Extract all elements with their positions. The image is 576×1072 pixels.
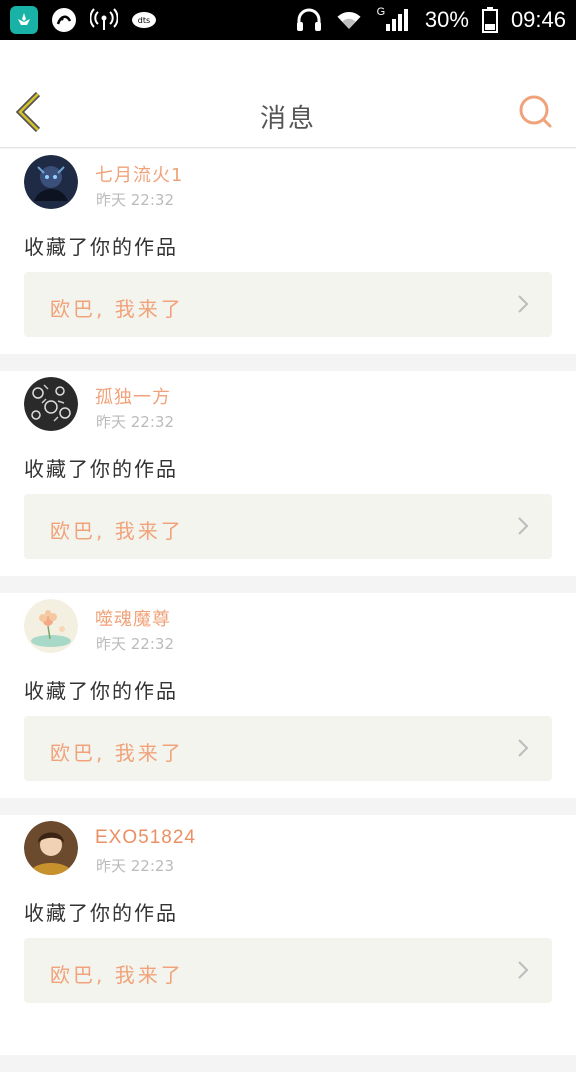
page-title: 消息 xyxy=(259,104,316,134)
username[interactable]: 七月流火1 xyxy=(95,161,183,187)
hotspot-icon xyxy=(90,6,118,34)
message-card[interactable]: 孤独一方 昨天 22:32 收藏了你的作品 欧巴, 我来了 xyxy=(0,371,576,576)
username[interactable]: 噬魂魔尊 xyxy=(95,605,171,631)
work-link[interactable]: 欧巴, 我来了 xyxy=(24,938,552,1003)
chevron-right-icon xyxy=(518,517,529,535)
chevron-right-icon xyxy=(518,739,529,757)
network-type-label: G xyxy=(376,6,386,18)
work-link[interactable]: 欧巴, 我来了 xyxy=(24,494,552,559)
wifi-icon xyxy=(335,6,363,34)
chevron-right-icon xyxy=(518,961,529,979)
username[interactable]: EXO51824 xyxy=(95,827,196,849)
avatar[interactable] xyxy=(24,155,78,209)
huawei-app-icon xyxy=(10,6,38,34)
pattern-avatar-icon xyxy=(24,377,78,431)
flower-avatar-icon xyxy=(24,599,78,653)
avatar[interactable] xyxy=(24,821,78,875)
squid-app-icon xyxy=(50,6,78,34)
search-button[interactable] xyxy=(518,94,554,130)
signal-icon: G xyxy=(375,6,413,34)
message-card[interactable]: EXO51824 昨天 22:23 收藏了你的作品 欧巴, 我来了 xyxy=(0,815,576,1055)
action-text: 收藏了你的作品 xyxy=(24,457,178,481)
clock-time: 09:46 xyxy=(510,7,566,32)
dts-icon: dts xyxy=(130,6,158,34)
work-title: 欧巴, 我来了 xyxy=(50,519,184,543)
action-text: 收藏了你的作品 xyxy=(24,235,178,259)
message-card[interactable]: 噬魂魔尊 昨天 22:32 收藏了你的作品 欧巴, 我来了 xyxy=(0,593,576,798)
timestamp: 昨天 22:32 xyxy=(96,635,174,653)
work-title: 欧巴, 我来了 xyxy=(50,741,184,765)
search-icon xyxy=(519,95,552,128)
work-title: 欧巴, 我来了 xyxy=(50,297,184,321)
status-bar: dts G 30% 09:46 xyxy=(0,0,576,40)
work-link[interactable]: 欧巴, 我来了 xyxy=(24,716,552,781)
message-list: 七月流火1 昨天 22:32 收藏了你的作品 欧巴, 我来了 孤独一方 昨天 2… xyxy=(0,149,576,1072)
timestamp: 昨天 22:32 xyxy=(96,413,174,431)
timestamp: 昨天 22:32 xyxy=(96,191,174,209)
battery-icon xyxy=(481,6,499,34)
status-bar-right: G 30% 09:46 xyxy=(295,6,566,34)
avatar[interactable] xyxy=(24,377,78,431)
timestamp: 昨天 22:23 xyxy=(96,857,174,875)
avatar[interactable] xyxy=(24,599,78,653)
headphones-icon xyxy=(295,6,323,34)
action-text: 收藏了你的作品 xyxy=(24,901,178,925)
header-bar: 消息 xyxy=(0,40,576,148)
chevron-right-icon xyxy=(518,295,529,313)
battery-percent: 30% xyxy=(424,7,469,32)
work-link[interactable]: 欧巴, 我来了 xyxy=(24,272,552,337)
svg-text:dts: dts xyxy=(138,16,150,25)
dark-anime-avatar-icon xyxy=(24,155,78,209)
person-avatar-icon xyxy=(24,821,78,875)
action-text: 收藏了你的作品 xyxy=(24,679,178,703)
status-bar-left: dts xyxy=(10,6,158,34)
work-title: 欧巴, 我来了 xyxy=(50,963,184,987)
message-card[interactable]: 七月流火1 昨天 22:32 收藏了你的作品 欧巴, 我来了 xyxy=(0,149,576,354)
username[interactable]: 孤独一方 xyxy=(95,383,171,409)
